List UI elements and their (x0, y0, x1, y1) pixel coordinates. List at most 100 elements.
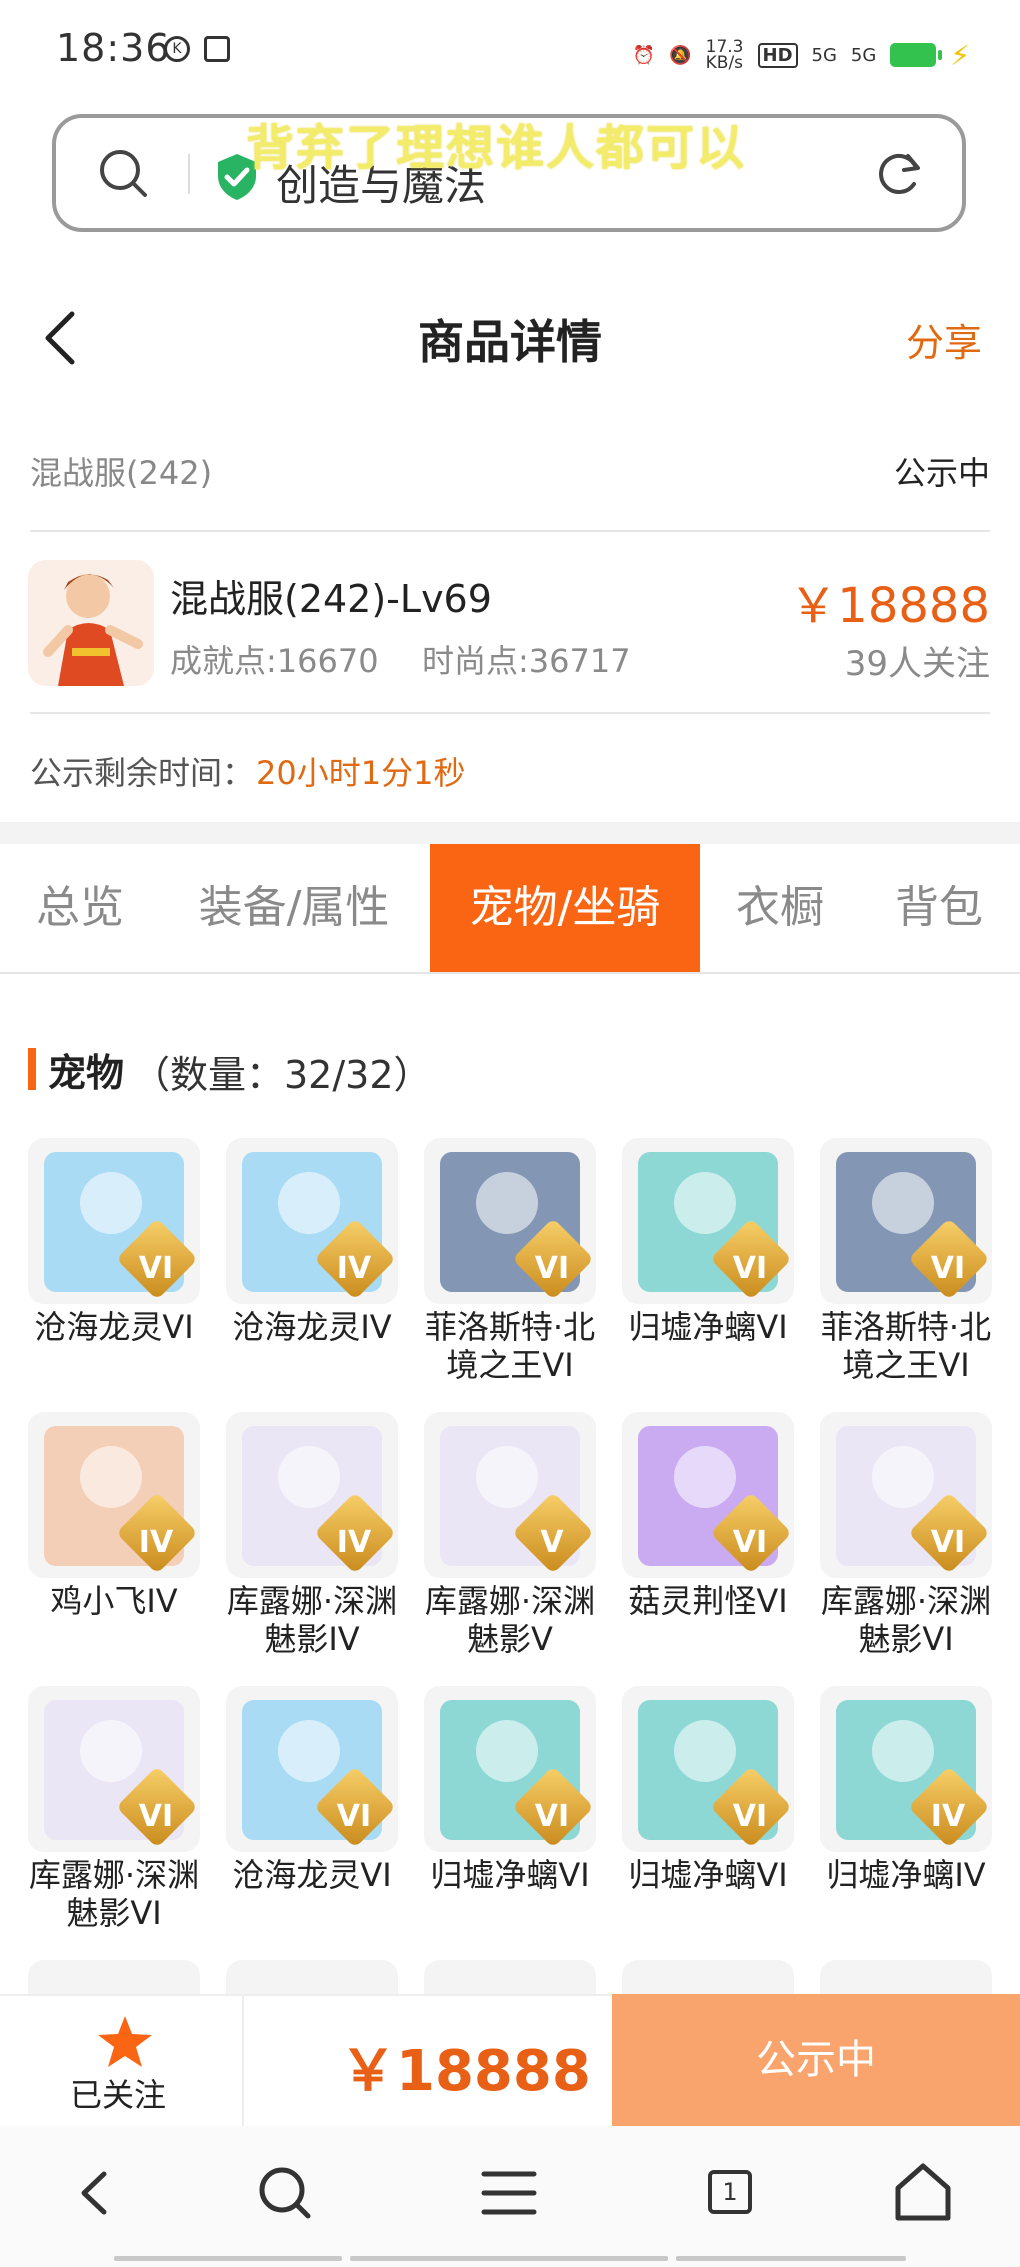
pet-image: VI (622, 1686, 794, 1852)
pet-silhouette (278, 1446, 340, 1508)
pet-silhouette (278, 1172, 340, 1234)
tier-badge-label: VI (138, 1251, 174, 1286)
pet-card[interactable]: VI 归墟净螭VI (622, 1138, 794, 1346)
pet-silhouette (872, 1720, 934, 1782)
pet-card[interactable]: VI 库露娜·深渊魅影VI (28, 1686, 200, 1932)
pet-silhouette (476, 1172, 538, 1234)
pet-name: 归墟净螭IV (826, 1856, 986, 1894)
pet-card[interactable]: IV 鸡小飞IV (28, 1412, 200, 1620)
pet-card[interactable]: VI 菲洛斯特·北境之王VI (424, 1138, 596, 1384)
status-bar: 18:36 K ⏰ 🔕 17.3 KB/s HD 5G 5G ⚡ (0, 0, 1020, 100)
tier-badge-label: IV (930, 1799, 966, 1834)
pet-image: IV (820, 1686, 992, 1852)
follower-count: 39人关注 (844, 644, 990, 684)
pet-card[interactable]: VI 沧海龙灵VI (28, 1138, 200, 1346)
pet-image: VI (226, 1686, 398, 1852)
server-name: 混战服(242) (30, 454, 213, 492)
tab-backpack[interactable]: 背包 (868, 844, 1010, 972)
pets-title: 宠物 (48, 1051, 125, 1095)
pet-silhouette (872, 1446, 934, 1508)
follow-button[interactable]: 已关注 (70, 2070, 166, 2116)
pet-name: 沧海龙灵VI (232, 1856, 392, 1894)
pet-card[interactable]: VI 归墟净螭VI (424, 1686, 596, 1894)
pet-card[interactable]: IV 库露娜·深渊魅影IV (226, 1412, 398, 1658)
charging-icon: ⚡ (950, 38, 970, 72)
pet-image: IV (28, 1412, 200, 1578)
divider (242, 1994, 244, 2126)
pet-card-partial[interactable] (424, 1960, 596, 1994)
pet-silhouette (278, 1720, 340, 1782)
tier-badge-label: VI (732, 1799, 768, 1834)
search-icon[interactable] (98, 148, 150, 200)
pet-silhouette (80, 1446, 142, 1508)
pet-silhouette (476, 1446, 538, 1508)
pet-name: 库露娜·深渊魅影V (424, 1582, 596, 1658)
pet-image: VI (424, 1686, 596, 1852)
pet-image: IV (226, 1412, 398, 1578)
tab-wardrobe[interactable]: 衣橱 (712, 844, 848, 972)
pet-card-partial[interactable] (622, 1960, 794, 1994)
pet-name: 库露娜·深渊魅影IV (226, 1582, 398, 1658)
status-label: 公示中 (893, 454, 990, 492)
signal-5g-icon-2: 5G (850, 44, 877, 66)
tab-pets-mounts[interactable]: 宠物/坐骑 (430, 844, 700, 972)
pet-card[interactable]: VI 库露娜·深渊魅影VI (820, 1412, 992, 1658)
pet-image: VI (622, 1138, 794, 1304)
pet-image: VI (28, 1138, 200, 1304)
share-button[interactable]: 分享 (906, 312, 982, 367)
pet-name: 归墟净螭VI (430, 1856, 590, 1894)
signal-5g-icon: 5G (811, 44, 837, 66)
nav-home-icon[interactable] (888, 2158, 958, 2228)
pet-card[interactable]: IV 归墟净螭IV (820, 1686, 992, 1894)
pet-name: 沧海龙灵VI (34, 1308, 194, 1346)
pet-card[interactable]: VI 菲洛斯特·北境之王VI (820, 1138, 992, 1384)
pet-card[interactable]: VI 沧海龙灵VI (226, 1686, 398, 1894)
clock: 18:36 (56, 26, 171, 70)
pet-name: 菲洛斯特·北境之王VI (424, 1308, 596, 1384)
status-button[interactable]: 公示中 (612, 1994, 1020, 2126)
pet-card-partial[interactable] (820, 1960, 992, 1994)
tier-badge-label: VI (930, 1525, 966, 1560)
pet-image: V (424, 1412, 596, 1578)
pet-silhouette (80, 1172, 142, 1234)
nav-menu-icon[interactable] (474, 2158, 544, 2228)
refresh-icon[interactable] (874, 146, 926, 200)
app-icon (204, 36, 230, 62)
pet-card-partial[interactable] (226, 1960, 398, 1994)
pet-card[interactable]: VI 菇灵荆怪VI (622, 1412, 794, 1620)
nav-search-icon[interactable] (250, 2158, 320, 2228)
gesture-indicator (114, 2256, 906, 2261)
tier-badge-label: VI (336, 1799, 372, 1834)
pet-silhouette (872, 1172, 934, 1234)
divider (30, 530, 990, 532)
section-separator (0, 822, 1020, 844)
k-icon: K (164, 36, 190, 62)
pet-card[interactable]: IV 沧海龙灵IV (226, 1138, 398, 1346)
nav-back-icon[interactable] (62, 2158, 132, 2228)
battery-icon (890, 43, 943, 67)
star-icon[interactable] (96, 2014, 154, 2070)
tab-equipment[interactable]: 装备/属性 (172, 844, 416, 972)
pet-card[interactable]: V 库露娜·深渊魅影V (424, 1412, 596, 1658)
pet-image: VI (28, 1686, 200, 1852)
pet-silhouette (674, 1446, 736, 1508)
overlay-text: 背弃了理想谁人都可以 (246, 120, 747, 176)
character-avatar (28, 560, 154, 686)
bottom-price: ￥18888 (340, 2039, 591, 2104)
pet-card-partial[interactable] (28, 1960, 200, 1994)
pet-silhouette (476, 1720, 538, 1782)
pet-name: 归墟净螭VI (628, 1856, 788, 1894)
pet-silhouette (80, 1720, 142, 1782)
tab-overview[interactable]: 总览 (0, 844, 160, 972)
pet-image: IV (226, 1138, 398, 1304)
tier-badge-label: VI (930, 1251, 966, 1286)
hd-icon: HD (757, 42, 798, 68)
tier-badge-label: VI (534, 1799, 570, 1834)
pet-name: 菲洛斯特·北境之王VI (820, 1308, 992, 1384)
pet-image: VI (622, 1412, 794, 1578)
search-divider (188, 154, 190, 194)
tier-badge-label: IV (336, 1251, 372, 1286)
nav-tabs-button[interactable]: 1 (708, 2170, 752, 2214)
product-price: ￥18888 (789, 578, 990, 634)
pet-card[interactable]: VI 归墟净螭VI (622, 1686, 794, 1894)
